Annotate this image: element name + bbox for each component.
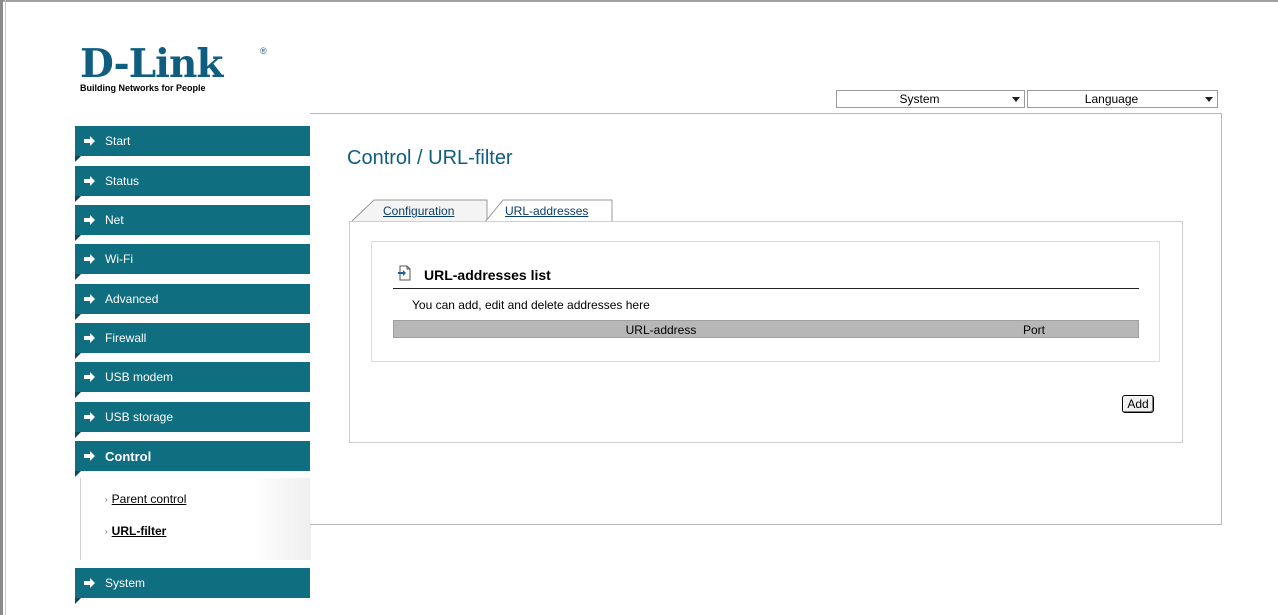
arrow-right-icon [84,136,95,146]
arrow-right-icon [84,333,95,343]
column-header-port: Port [1022,323,1045,337]
control-submenu: › Parent control › URL-filter [80,478,311,560]
tab-label: Configuration [383,204,455,218]
sidebar-item-label: Firewall [105,331,147,345]
sidebar-item-start[interactable]: Start [75,126,310,162]
sidebar-item-status[interactable]: Status [75,166,310,202]
arrow-right-icon [84,451,95,461]
sidebar-item-label: Wi-Fi [105,252,133,266]
logo-tagline: Building Networks for People [80,83,206,93]
sidebar-item-label: Status [105,174,140,188]
arrow-right-icon [84,254,95,264]
sidebar-item-label: Advanced [105,292,159,306]
page-title: Control / URL-filter [347,147,513,169]
sidebar-item-advanced[interactable]: Advanced [75,284,310,320]
submenu-item-label: URL-filter [111,524,167,538]
sidebar-item-label: Net [105,213,124,227]
tab-url-addresses[interactable]: URL-addresses [485,199,613,222]
sidebar-item-net[interactable]: Net [75,205,310,241]
add-button[interactable]: Add [1122,395,1154,413]
window-left-border-inner [5,0,6,615]
logo-brand: D-Link [80,41,223,87]
sidebar-item-control[interactable]: Control [75,441,310,477]
chevron-down-icon [1205,97,1213,102]
list-page-icon [398,265,411,281]
arrow-right-icon [84,176,95,186]
window-top-border [0,0,1278,2]
language-select-value: Language [1084,92,1139,106]
sidebar-item-label: Control [105,449,152,464]
sidebar-item-usb-storage[interactable]: USB storage [75,402,310,438]
window-left-border [0,0,3,615]
sidebar-item-label: System [105,576,146,590]
bullet-icon: › [105,495,108,504]
chevron-down-icon [1012,97,1020,102]
arrow-right-icon [84,372,95,382]
sidebar-item-usb-modem[interactable]: USB modem [75,362,310,398]
sidebar-item-label: USB modem [105,370,174,384]
sidebar-item-firewall[interactable]: Firewall [75,323,310,359]
submenu-item-label: Parent control [111,492,187,506]
table-header: URL-address Port [393,320,1139,338]
sidebar-item-label: Start [105,134,131,148]
arrow-right-icon [84,412,95,422]
language-select[interactable]: Language [1027,90,1218,108]
bullet-icon: › [105,527,108,536]
logo-registered-mark: ® [260,46,267,56]
sidebar-item-wifi[interactable]: Wi-Fi [75,244,310,280]
arrow-right-icon [84,578,95,588]
system-select[interactable]: System [836,90,1025,108]
dlink-logo: D-Link ® Building Networks for People [80,41,267,94]
tab-configuration[interactable]: Configuration [352,199,488,222]
arrow-right-icon [84,215,95,225]
submenu-item-url-filter[interactable]: › URL-filter [105,524,166,538]
tab-label: URL-addresses [505,204,589,218]
submenu-item-parent-control[interactable]: › Parent control [105,492,186,506]
sidebar-item-system[interactable]: System [75,568,310,604]
divider [393,288,1139,289]
arrow-right-icon [84,294,95,304]
sidebar-item-label: USB storage [105,410,174,424]
section-title: URL-addresses list [424,267,551,283]
column-header-url-address: URL-address [625,323,697,337]
system-select-value: System [899,92,940,106]
section-description: You can add, edit and delete addresses h… [412,298,650,312]
